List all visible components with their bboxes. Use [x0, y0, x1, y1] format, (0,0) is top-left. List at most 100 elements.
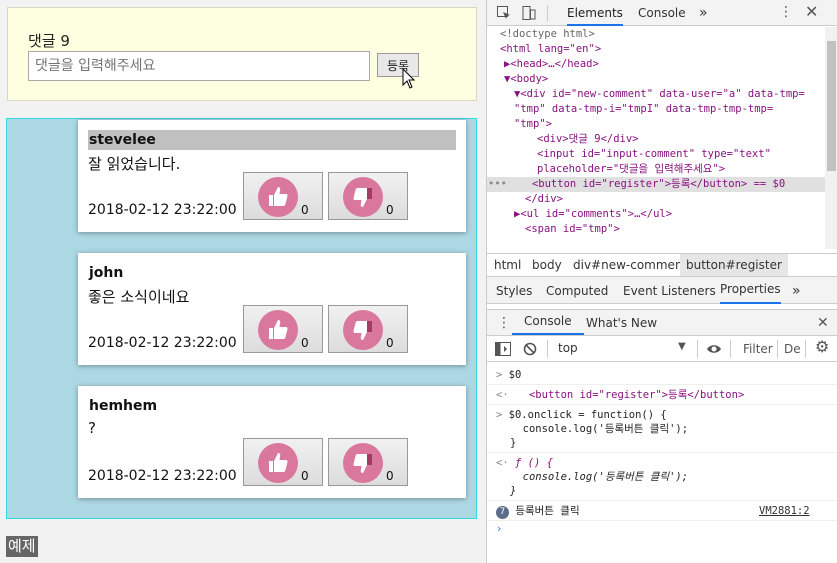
dislike-count: 0 — [386, 469, 394, 483]
breadcrumb-item-active[interactable]: button#register — [680, 254, 788, 277]
dom-scrollbar[interactable] — [825, 27, 837, 249]
chevron-down-icon: ▼ — [678, 341, 686, 352]
styles-subtabs: Styles Computed Event Listeners Properti… — [487, 276, 837, 304]
devtools-panel: Elements Console » ⋮ ✕ <!doctype html> <… — [486, 0, 837, 563]
breadcrumb-item[interactable]: body — [532, 254, 562, 277]
drawer-tab-console[interactable]: Console — [512, 310, 584, 335]
comment-user: john — [89, 265, 124, 281]
new-comment-box: 댓글 9 등록 — [7, 7, 477, 101]
tab-properties[interactable]: Properties — [720, 277, 781, 304]
like-count: 0 — [301, 336, 309, 350]
dom-line[interactable]: <div>댓글 9</div> — [537, 132, 639, 147]
like-count: 0 — [301, 469, 309, 483]
console-toolbar: top ▼ Filter De ⚙ — [487, 337, 837, 362]
dom-line[interactable]: ▼<div id="new-comment" data-user="a" dat… — [514, 87, 805, 102]
dom-line[interactable]: ▶<ul id="comments">…</ul> — [514, 207, 672, 222]
comment-text: 좋은 소식이네요 — [88, 288, 190, 306]
drawer-tabbar: ⋮ Console What's New ✕ — [487, 309, 837, 336]
dislike-button[interactable]: 0 — [328, 438, 408, 486]
breadcrumb: html body div#new-comment button#registe… — [487, 253, 837, 277]
dom-line[interactable]: "tmp"> — [514, 117, 552, 132]
more-tabs-icon[interactable]: » — [699, 0, 708, 26]
dislike-button[interactable]: 0 — [328, 305, 408, 353]
like-count: 0 — [301, 203, 309, 217]
mouse-cursor-icon — [402, 68, 416, 89]
dom-line[interactable]: <html lang="en"> — [500, 42, 601, 57]
like-button[interactable]: 0 — [243, 172, 323, 220]
console-input-line: console.log('등록버튼 클릭'); — [510, 423, 689, 435]
dom-line[interactable]: <input id="input-comment" type="text" — [537, 147, 771, 162]
comment-text: 잘 읽었습니다. — [88, 155, 181, 173]
thumbs-down-icon — [353, 188, 372, 207]
kebab-menu-icon[interactable]: ⋮ — [779, 5, 793, 19]
sidebar-toggle-icon[interactable] — [495, 342, 511, 356]
dom-line[interactable]: </div> — [525, 192, 563, 207]
like-button[interactable]: 0 — [243, 438, 323, 486]
drawer-menu-icon[interactable]: ⋮ — [497, 316, 511, 330]
comment-card: john 좋은 소식이네요 2018-02-12 23:22:00 0 0 — [78, 253, 466, 365]
drawer-tab-whats-new[interactable]: What's New — [586, 310, 657, 336]
console-input-line: $0 — [508, 369, 522, 381]
comment-date: 2018-02-12 23:22:00 — [88, 202, 237, 218]
tab-event-listeners[interactable]: Event Listeners — [623, 277, 716, 305]
tab-elements[interactable]: Elements — [567, 0, 623, 26]
source-link[interactable]: VM2881:2 — [759, 504, 810, 518]
close-devtools-icon[interactable]: ✕ — [805, 2, 818, 21]
dom-line[interactable]: "tmp" data-tmp-i="tmpI" data-tmp-tmp-tmp… — [514, 102, 773, 117]
console-result-line: console.log('등록버튼 클릭'); — [510, 471, 689, 483]
tab-styles[interactable]: Styles — [496, 277, 532, 305]
console-result-line[interactable]: ƒ () { — [515, 457, 553, 469]
breadcrumb-item[interactable]: div#new-comment — [573, 254, 687, 277]
tab-console[interactable]: Console — [638, 0, 686, 26]
console-input-line: } — [510, 437, 517, 449]
dislike-button[interactable]: 0 — [328, 172, 408, 220]
page-viewport: 댓글 9 등록 stevelee 잘 읽었습니다. 2018-02-12 23:… — [0, 0, 486, 563]
more-subtabs-icon[interactable]: » — [792, 277, 801, 305]
dom-line-selected[interactable]: ••• <button id="register">등록</button> == … — [487, 177, 825, 192]
comment-card: hemhem ? 2018-02-12 23:22:00 0 0 — [78, 386, 466, 498]
comment-input[interactable] — [28, 51, 370, 81]
dom-tree: <!doctype html> <html lang="en"> ▶<head>… — [487, 27, 825, 249]
dislike-count: 0 — [386, 336, 394, 350]
thumbs-down-icon — [353, 321, 372, 340]
dom-line[interactable]: <span id="tmp"> — [525, 222, 620, 237]
like-button[interactable]: 0 — [243, 305, 323, 353]
thumbs-down-icon — [353, 454, 372, 473]
dom-line[interactable]: placeholder="댓글을 입력해주세요"> — [537, 162, 725, 177]
console-prompt-icon[interactable]: › — [496, 522, 502, 536]
comment-date: 2018-02-12 23:22:00 — [88, 335, 237, 351]
console-result-line[interactable]: <button id="register">등록</button> — [529, 389, 744, 401]
dislike-count: 0 — [386, 203, 394, 217]
dom-line[interactable]: ▼<body> — [504, 72, 548, 87]
comments-list: stevelee 잘 읽었습니다. 2018-02-12 23:22:00 0 … — [6, 118, 477, 519]
thumbs-up-icon — [269, 320, 288, 339]
filter-input[interactable]: Filter — [743, 342, 773, 356]
dom-line[interactable]: <!doctype html> — [500, 27, 595, 42]
inspect-element-icon[interactable] — [496, 5, 512, 21]
gear-icon[interactable]: ⚙ — [815, 337, 829, 356]
thumbs-up-icon — [269, 453, 288, 472]
context-select[interactable]: top — [558, 341, 578, 355]
comment-text: ? — [88, 419, 96, 437]
comment-card: stevelee 잘 읽었습니다. 2018-02-12 23:22:00 0 … — [78, 120, 466, 232]
close-drawer-icon[interactable]: ✕ — [817, 310, 829, 336]
console-input-line: $0.onclick = function() { — [508, 409, 667, 421]
tmp-label: 예제 — [6, 536, 38, 557]
log-repeat-count: 7 — [496, 506, 509, 519]
console-result-line: } — [510, 485, 517, 497]
console-log-line: 등록버튼 클릭 — [515, 505, 580, 517]
device-toolbar-icon[interactable] — [521, 5, 537, 21]
comment-user: stevelee — [88, 130, 456, 150]
dom-line[interactable]: ▶<head>…</head> — [504, 57, 599, 72]
console-output: > $0 <· <button id="register">등록</button… — [487, 363, 837, 563]
devtools-tabbar: Elements Console » ⋮ ✕ — [487, 0, 837, 26]
eye-icon[interactable] — [706, 343, 722, 355]
thumbs-up-icon — [269, 187, 288, 206]
clear-console-icon[interactable] — [523, 342, 537, 356]
comment-date: 2018-02-12 23:22:00 — [88, 468, 237, 484]
tab-computed[interactable]: Computed — [546, 277, 608, 305]
comment-user: hemhem — [89, 398, 158, 414]
log-level-select[interactable]: De — [784, 342, 801, 356]
comment-count: 댓글 9 — [28, 32, 70, 50]
breadcrumb-item[interactable]: html — [494, 254, 521, 277]
